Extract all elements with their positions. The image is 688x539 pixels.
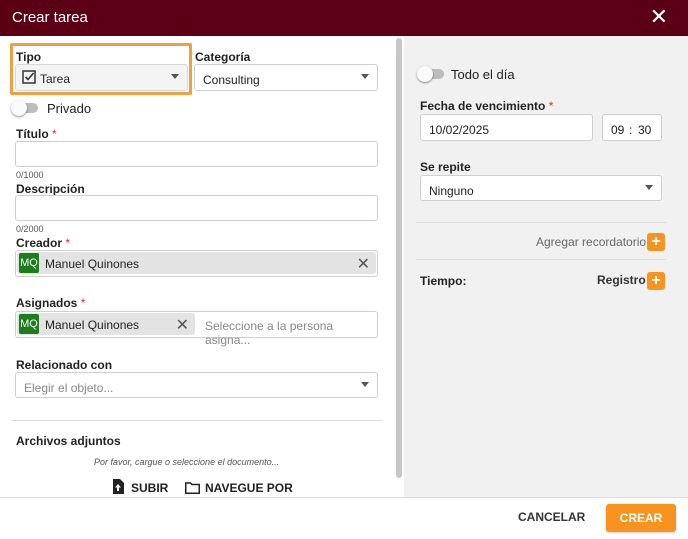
asignados-label: Asignados *: [16, 296, 86, 310]
browse-button[interactable]: NAVEGUE POR: [185, 479, 295, 495]
divider: [12, 420, 382, 421]
todo-el-dia-toggle[interactable]: [417, 66, 444, 82]
se-repite-label: Se repite: [420, 160, 471, 174]
descripcion-counter: 0/2000: [16, 224, 44, 234]
avatar: MQ: [19, 253, 39, 273]
due-date-input[interactable]: 10/02/2025: [420, 114, 593, 141]
remove-chip-icon[interactable]: ✕: [357, 254, 370, 274]
add-time-log-button[interactable]: +: [647, 272, 665, 290]
creador-field[interactable]: MQ Manuel Quinones ✕: [15, 250, 378, 277]
dialog-title: Crear tarea: [12, 9, 88, 26]
relacionado-label: Relacionado con: [16, 358, 113, 372]
registro-label: Registro: [597, 273, 646, 287]
adjuntos-label: Archivos adjuntos: [16, 434, 121, 448]
categoria-select[interactable]: Consulting: [194, 64, 378, 91]
descripcion-label: Descripción: [16, 182, 85, 196]
tipo-label: Tipo: [16, 50, 42, 64]
cancel-button[interactable]: CANCELAR: [518, 510, 585, 524]
chevron-down-icon: [171, 74, 179, 79]
titulo-input[interactable]: [15, 141, 378, 167]
close-icon[interactable]: ✕: [650, 6, 668, 28]
vencimiento-label: Fecha de vencimiento *: [420, 99, 554, 113]
titulo-label: Título *: [16, 127, 57, 141]
scrollbar[interactable]: [396, 38, 402, 478]
titulo-counter: 0/1000: [16, 170, 44, 180]
se-repite-value: Ninguno: [429, 184, 474, 198]
asignados-search[interactable]: Seleccione a la persona asigna...: [205, 319, 377, 347]
relacionado-select[interactable]: Elegir el objeto...: [15, 372, 378, 398]
chevron-down-icon: [361, 74, 369, 79]
time-separator: :: [629, 123, 633, 137]
categoria-label: Categoría: [195, 50, 251, 64]
adjuntos-hint: Por favor, cargue o seleccione el docume…: [94, 457, 280, 467]
se-repite-select[interactable]: Ninguno: [420, 175, 662, 201]
asignados-field[interactable]: MQ Manuel Quinones ✕ Seleccione a la per…: [15, 311, 378, 347]
privado-label: Privado: [47, 101, 92, 116]
creador-label: Creador *: [16, 236, 71, 250]
due-date-value: 10/02/2025: [429, 123, 490, 137]
add-reminder-label: Agregar recordatorio: [536, 235, 647, 249]
privado-toggle[interactable]: [11, 100, 38, 116]
hour-value[interactable]: 09: [611, 123, 624, 137]
todo-el-dia-label: Todo el día: [451, 67, 515, 82]
relacionado-placeholder: Elegir el objeto...: [24, 381, 114, 395]
divider: [416, 222, 666, 223]
avatar: MQ: [19, 314, 39, 334]
checkbox-icon: [22, 70, 36, 87]
due-time-input[interactable]: 09 : 30: [602, 114, 662, 141]
asignados-chip: MQ Manuel Quinones ✕: [17, 313, 195, 335]
minute-value[interactable]: 30: [638, 123, 651, 137]
chevron-down-icon: [361, 382, 369, 387]
chevron-down-icon: [645, 185, 653, 190]
categoria-value: Consulting: [203, 73, 260, 87]
dialog-header: Crear tarea ✕: [0, 0, 688, 36]
divider: [416, 259, 666, 260]
tipo-value: Tarea: [40, 72, 71, 86]
creador-name: Manuel Quinones: [45, 257, 140, 271]
remove-chip-icon[interactable]: ✕: [176, 315, 189, 335]
asignados-name: Manuel Quinones: [45, 318, 140, 332]
plus-icon: +: [651, 272, 661, 289]
tipo-select[interactable]: Tarea: [15, 64, 188, 91]
creador-chip: MQ Manuel Quinones ✕: [17, 252, 376, 274]
add-reminder-button[interactable]: +: [647, 233, 665, 251]
tiempo-label: Tiempo:: [420, 274, 467, 288]
create-button[interactable]: CREAR: [606, 504, 676, 532]
upload-file-icon: [112, 479, 124, 499]
descripcion-input[interactable]: [15, 195, 378, 221]
plus-icon: +: [651, 233, 661, 250]
